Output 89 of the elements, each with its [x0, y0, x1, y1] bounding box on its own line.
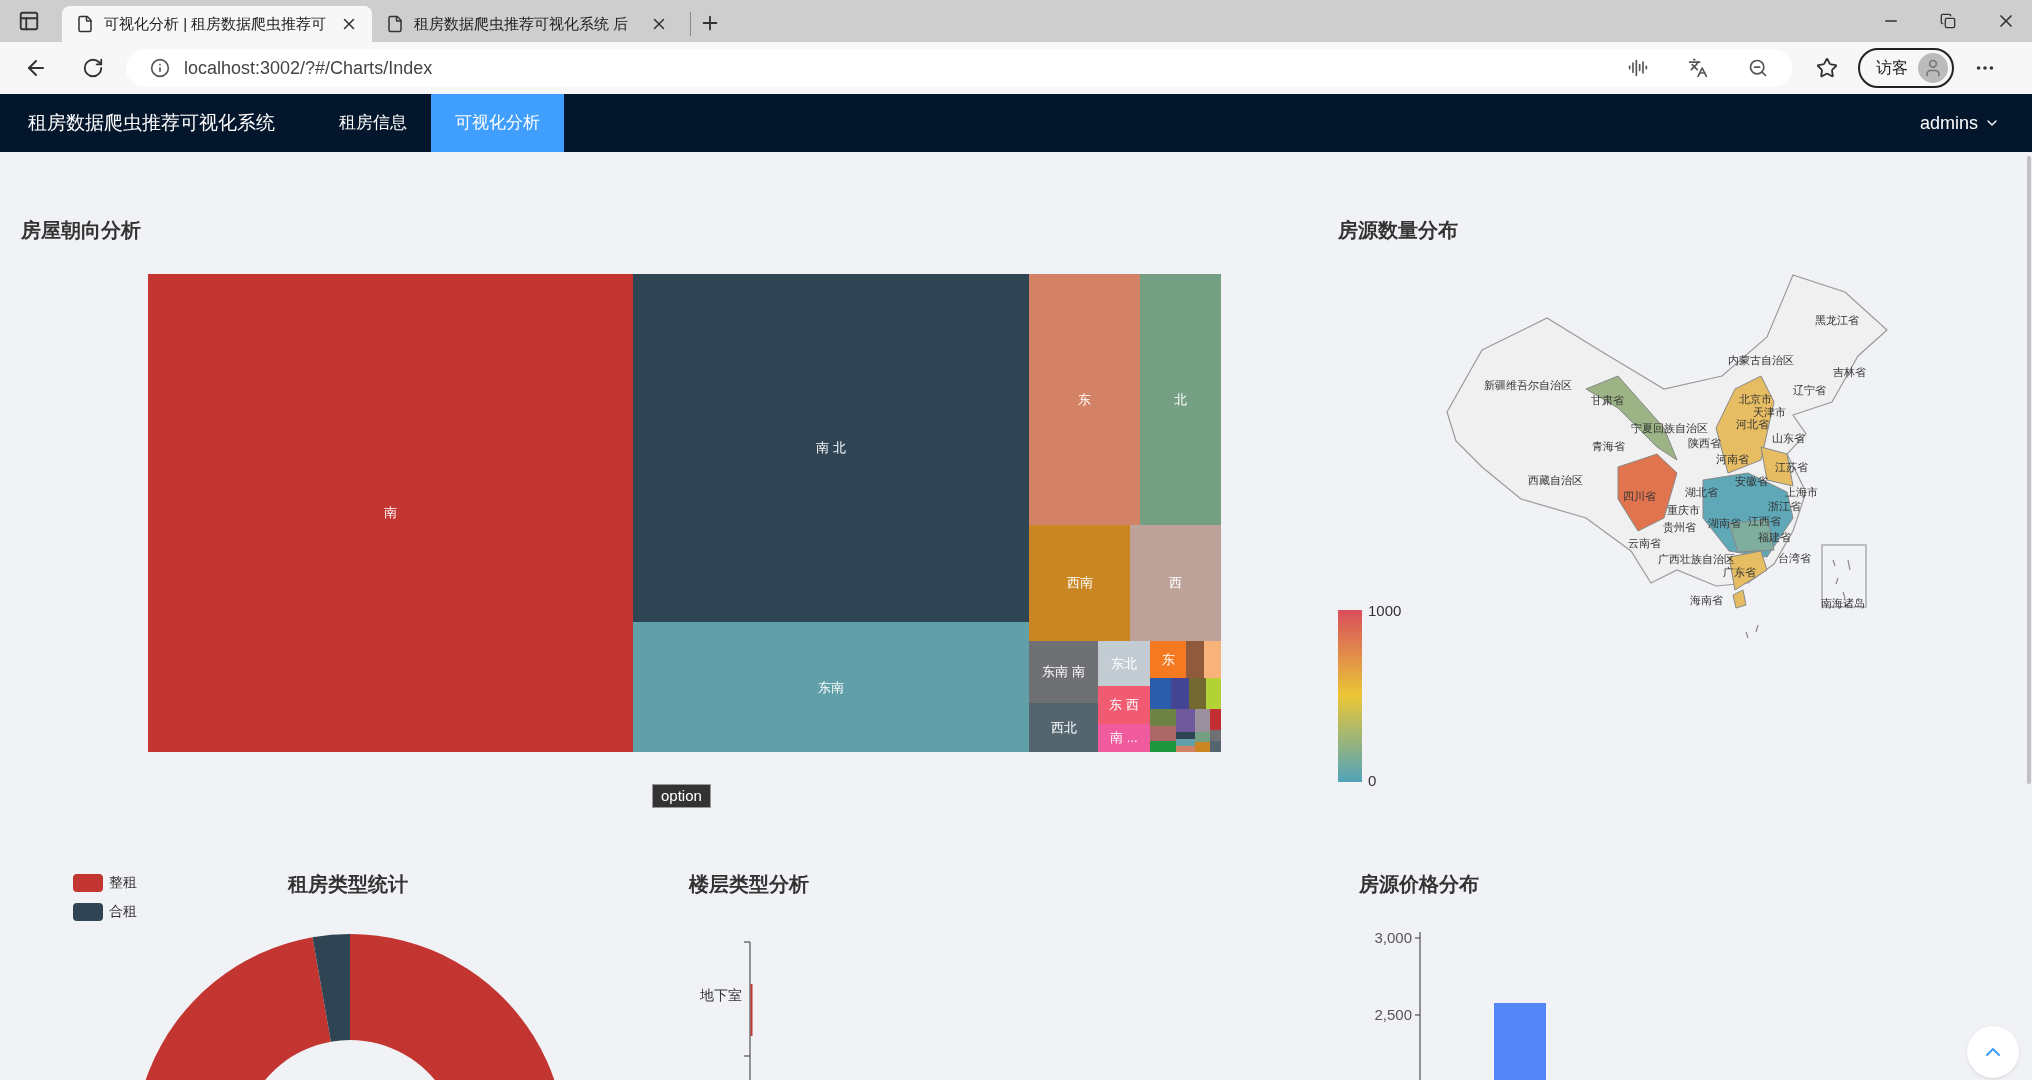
treemap-tile[interactable]	[1175, 709, 1196, 732]
region-label: 上海市	[1784, 486, 1818, 498]
page-icon	[76, 15, 94, 33]
scale-max-label: 1000	[1368, 601, 1402, 621]
treemap-tile[interactable]: 东 西	[1098, 686, 1150, 724]
treemap-tile[interactable]	[1149, 726, 1176, 741]
treemap-tile[interactable]: 南	[148, 274, 634, 753]
section-title: 房源价格分布	[1359, 872, 1480, 896]
nav-item[interactable]: 租房信息	[315, 94, 431, 152]
region-label: 新疆维吾尔自治区	[1484, 379, 1572, 391]
region-label: 台湾省	[1777, 552, 1811, 564]
floor-bar[interactable]	[750, 984, 753, 1036]
region-label: 江苏省	[1774, 461, 1808, 473]
section-title: 房屋朝向分析	[21, 218, 142, 242]
region-label: 福建省	[1757, 531, 1791, 543]
scale-min-label: 0	[1368, 770, 1378, 791]
region-label: 西藏自治区	[1527, 474, 1583, 486]
browser-tab[interactable]: 租房数据爬虫推荐可视化系统 后	[372, 6, 682, 42]
refresh-icon[interactable]	[82, 57, 104, 79]
region-label: 甘肃省	[1590, 394, 1624, 406]
treemap-tile[interactable]	[1209, 730, 1222, 741]
region-label: 浙江省	[1767, 500, 1801, 512]
axis-label: 地下室	[700, 987, 742, 1003]
tab-actions-icon[interactable]	[18, 10, 40, 32]
region-label: 陕西省	[1687, 437, 1721, 449]
region-label: 云南省	[1627, 537, 1661, 549]
treemap-tile[interactable]: 南 北	[633, 274, 1030, 623]
app-brand: 租房数据爬虫推荐可视化系统	[28, 110, 275, 135]
treemap-tile[interactable]: 东南 南	[1029, 640, 1098, 703]
browser-tab[interactable]: 可视化分析 | 租房数据爬虫推荐可	[62, 6, 372, 42]
tab-title: 可视化分析 | 租房数据爬虫推荐可	[104, 13, 328, 34]
treemap-tile[interactable]: 东南	[633, 622, 1030, 753]
tab-title: 租房数据爬虫推荐可视化系统 后	[414, 13, 630, 34]
region-label: 贵州省	[1662, 521, 1696, 533]
treemap-tile[interactable]	[1186, 640, 1205, 679]
legend-label: 合租	[109, 902, 137, 921]
page-icon	[386, 15, 404, 33]
treemap-tile[interactable]	[1195, 731, 1210, 742]
option-button[interactable]: option	[652, 784, 711, 808]
region-label: 宁夏回族自治区	[1630, 422, 1708, 434]
treemap-tile[interactable]	[1175, 745, 1196, 753]
treemap-tile[interactable]	[1175, 739, 1196, 746]
treemap-tile[interactable]: 西北	[1029, 702, 1098, 753]
address-bar[interactable]: localhost:3002/?#/Charts/Index	[126, 49, 1792, 87]
treemap-tile[interactable]	[1204, 640, 1222, 679]
legend-swatch[interactable]	[73, 902, 103, 921]
profile-button[interactable]: 访客	[1858, 48, 1954, 88]
favorites-icon[interactable]	[1816, 57, 1838, 79]
region-label: 南海诸岛	[1821, 597, 1865, 609]
url-text: localhost:3002/?#/Charts/Index	[184, 56, 434, 80]
tick-label: 2,500	[1374, 1006, 1412, 1023]
treemap-tile[interactable]	[1175, 731, 1196, 740]
section-title: 房源数量分布	[1338, 218, 1459, 242]
restore-icon[interactable]	[1940, 13, 1956, 29]
translate-icon[interactable]	[1688, 58, 1708, 78]
region-label: 海南省	[1689, 594, 1723, 606]
region-label: 内蒙古自治区	[1728, 354, 1794, 366]
treemap-tile[interactable]	[1195, 741, 1210, 753]
treemap-tile[interactable]: 南 ...	[1098, 723, 1150, 753]
avatar-icon	[1923, 58, 1943, 78]
region-label: 辽宁省	[1792, 384, 1826, 396]
user-menu[interactable]: admins	[1919, 94, 2032, 152]
section-title: 租房类型统计	[288, 872, 409, 896]
color-scale-bar[interactable]	[1338, 610, 1362, 782]
region-label: 北京市	[1738, 393, 1772, 405]
region-label: 江西省	[1747, 515, 1781, 527]
region-label: 湖南省	[1707, 517, 1741, 529]
tick-label: 3,000	[1374, 929, 1412, 946]
region-label: 吉林省	[1832, 366, 1866, 378]
treemap-tile[interactable]	[1149, 678, 1171, 710]
region-label: 山东省	[1771, 432, 1805, 444]
treemap-tile[interactable]: 西南	[1029, 524, 1131, 641]
region-label: 黑龙江省	[1815, 314, 1859, 326]
treemap-tile[interactable]	[1149, 709, 1176, 727]
info-icon[interactable]	[150, 58, 170, 78]
scrollbar-thumb[interactable]	[2027, 156, 2031, 784]
region-label: 重庆市	[1666, 504, 1700, 516]
region-label: 青海省	[1591, 440, 1625, 452]
region-label: 四川省	[1622, 490, 1656, 502]
legend-swatch[interactable]	[73, 873, 103, 892]
nav-item[interactable]: 可视化分析	[431, 94, 564, 152]
legend-label: 整租	[109, 873, 137, 892]
region-label: 河北省	[1735, 418, 1769, 430]
region-label: 广西壮族自治区	[1657, 553, 1735, 565]
section-title: 楼层类型分析	[689, 872, 810, 896]
treemap-tile[interactable]: 东	[1029, 274, 1140, 525]
zoom-out-icon[interactable]	[1748, 58, 1768, 78]
treemap-tile[interactable]: 北	[1139, 274, 1222, 525]
treemap-tile[interactable]	[1195, 709, 1210, 732]
